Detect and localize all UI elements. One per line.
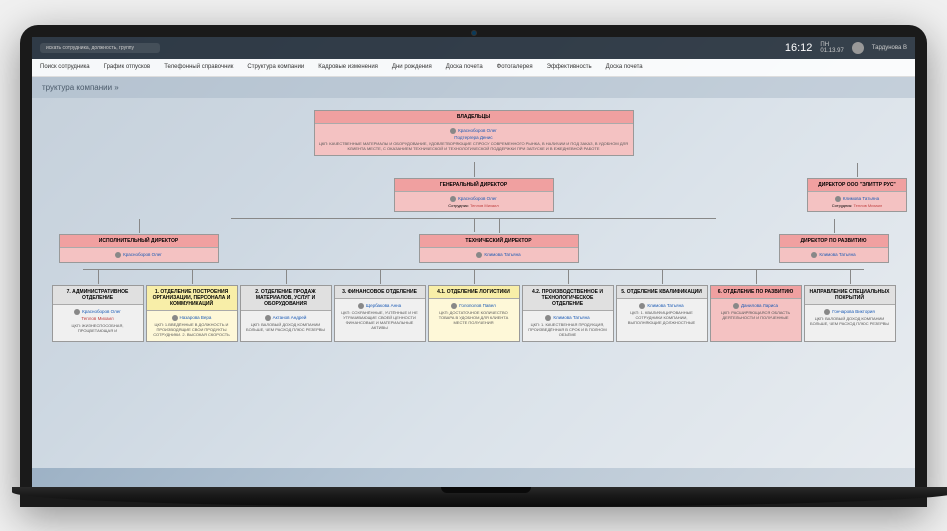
node-title: ДИРЕКТОР ООО "ЭлитТр РУС"	[808, 179, 906, 192]
menu-birthdays[interactable]: Дни рождения	[392, 64, 432, 70]
person-link[interactable]: Красноборов Олег	[399, 196, 549, 202]
menu-honor-board[interactable]: Доска почета	[446, 64, 483, 70]
node-dept-3[interactable]: 3. ФИНАНСОВОЕ ОТДЕЛЕНИЕ Щербакова Анна ЦК…	[334, 285, 426, 341]
person-link[interactable]: Данилова Лариса	[715, 303, 797, 309]
menu-phone-directory[interactable]: Телефонный справочник	[164, 64, 233, 70]
node-desc: ЦКП: КАЧЕСТВЕННЫЕ МАТЕРИАЛЫ И ОБОРУДОВАН…	[319, 142, 629, 152]
day-date: ПН01.13.97	[820, 42, 843, 54]
avatar-icon	[358, 303, 364, 309]
menu-company-structure[interactable]: Структура компании	[247, 64, 304, 70]
node-director-rus[interactable]: ДИРЕКТОР ООО "ЭлитТр РУС" Климова Татьян…	[807, 178, 907, 212]
person-link[interactable]: Климова Татьяна	[812, 196, 902, 202]
node-dept-4-1[interactable]: 4.1. ОТДЕЛЕНИЕ ЛОГИСТИКИ Голополов Павел…	[428, 285, 520, 341]
person-link[interactable]: Красноборов Олег	[57, 309, 139, 315]
node-desc: ЦКП: ВАЛОВЫЙ ДОХОД КОМПАНИИ БОЛЬШЕ, ЧЕМ …	[809, 317, 891, 327]
staff-link[interactable]: Теплов Михаил	[470, 203, 499, 208]
avatar-icon	[639, 303, 645, 309]
node-title: 2. ОТДЕЛЕНИЕ ПРОДАЖ МАТЕРИАЛОВ, УСЛУГ И …	[241, 286, 331, 311]
node-dept-coatings[interactable]: НАПРАВЛЕНИЕ СПЕЦИАЛЬНЫХ ПОКРЫТИЙ Гончаро…	[804, 285, 896, 341]
menu-hr-changes[interactable]: Кадровые изменения	[318, 64, 378, 70]
node-title: 7. АДМИНИСТРАТИВНОЕ ОТДЕЛЕНИЕ	[53, 286, 143, 305]
menu-gallery[interactable]: Фотогалерея	[497, 64, 533, 70]
person-link[interactable]: Красноборов Олег	[319, 128, 629, 134]
node-title: 4.2. ПРОИЗВОДСТВЕННОЕ И ТЕХНОЛОГИЧЕСКОЕ …	[523, 286, 613, 311]
staff-link[interactable]: Теплов Михаил	[57, 316, 139, 322]
node-title: ВЛАДЕЛЬЦЫ	[315, 111, 633, 124]
node-dept-1[interactable]: 1. ОТДЕЛЕНИЕ ПОСТРОЕНИЯ ОРГАНИЗАЦИИ, ПЕР…	[146, 285, 238, 341]
user-name[interactable]: Тардунова В	[872, 45, 907, 51]
node-dept-6[interactable]: 6. ОТДЕЛЕНИЕ ПО РАЗВИТИЮ Данилова Лариса…	[710, 285, 802, 341]
laptop-frame: искать сотрудника, должность, группу 16:…	[20, 25, 927, 507]
avatar-icon	[265, 315, 271, 321]
avatar-icon	[74, 309, 80, 315]
node-desc: ЦКП: ВАЛОВЫЙ ДОХОД КОМПАНИИ БОЛЬШЕ, ЧЕМ …	[245, 323, 327, 333]
avatar-icon	[115, 252, 121, 258]
avatar[interactable]	[852, 42, 864, 54]
node-title: 4.1. ОТДЕЛЕНИЕ ЛОГИСТИКИ	[429, 286, 519, 299]
screen: искать сотрудника, должность, группу 16:…	[32, 37, 915, 487]
node-desc: ЦКП: СОХРАНЁННЫЕ, УЧТЁННЫЕ И НЕ УТРАЧИВА…	[339, 311, 421, 330]
node-dept-4-2[interactable]: 4.2. ПРОИЗВОДСТВЕННОЕ И ТЕХНОЛОГИЧЕСКОЕ …	[522, 285, 614, 341]
camera-dot	[471, 30, 477, 36]
avatar-icon	[824, 309, 830, 315]
node-title: 1. ОТДЕЛЕНИЕ ПОСТРОЕНИЯ ОРГАНИЗАЦИИ, ПЕР…	[147, 286, 237, 311]
search-input[interactable]: искать сотрудника, должность, группу	[40, 43, 160, 53]
avatar-icon	[835, 196, 841, 202]
person-link[interactable]: Климова Татьяна	[621, 303, 703, 309]
node-title: 5. ОТДЕЛЕНИЕ КВАЛИФИКАЦИИ	[617, 286, 707, 299]
node-desc: ЦКП: ЖИЗНЕСПОСОБНАЯ, ПРОЦВЕТАЮЩАЯ И	[57, 324, 139, 334]
node-title: ДИРЕКТОР ПО РАЗВИТИЮ	[780, 235, 888, 248]
menu-employee-search[interactable]: Поиск сотрудника	[40, 64, 90, 70]
person-link[interactable]: Климова Татьяна	[784, 252, 884, 258]
avatar-icon	[811, 252, 817, 258]
node-dev-director[interactable]: ДИРЕКТОР ПО РАЗВИТИЮ Климова Татьяна	[779, 234, 889, 263]
person-link[interactable]: Щербакова Анна	[339, 303, 421, 309]
person-link[interactable]: Климова Татьяна	[527, 315, 609, 321]
node-ceo[interactable]: ГЕНЕРАЛЬНЫЙ ДИРЕКТОР Красноборов Олег Со…	[394, 178, 554, 212]
org-chart[interactable]: ВЛАДЕЛЬЦЫ Красноборов Олег Подтергера Де…	[32, 98, 915, 468]
menu-vacation-schedule[interactable]: График отпусков	[104, 64, 151, 70]
menu-honor-board-2[interactable]: Доска почета	[606, 64, 643, 70]
staff-link[interactable]: Теплов Михаил	[853, 203, 882, 208]
node-exec-director[interactable]: ИСПОЛНИТЕЛЬНЫЙ ДИРЕКТОР Красноборов Олег	[59, 234, 219, 263]
person-link[interactable]: Актанов Андрей	[245, 315, 327, 321]
clock: 16:12	[785, 42, 813, 54]
node-title: ГЕНЕРАЛЬНЫЙ ДИРЕКТОР	[395, 179, 553, 192]
node-desc: ЦКП: 1. КАЧЕСТВЕННАЯ ПРОДУКЦИЯ, ПРОИЗВЕД…	[527, 323, 609, 337]
node-title: ТЕХНИЧЕСКИЙ ДИРЕКТОР	[420, 235, 578, 248]
node-desc: ЦКП: 1.ВВЕДЁННЫЕ В ДОЛЖНОСТЬ И ПРОИЗВОДЯ…	[151, 323, 233, 337]
person-link[interactable]: Назарова Вера	[151, 315, 233, 321]
node-desc: ЦКП: ДОСТАТОЧНОЕ КОЛИЧЕСТВО ТОВАРА В УДО…	[433, 311, 515, 325]
avatar-icon	[450, 128, 456, 134]
node-tech-director[interactable]: ТЕХНИЧЕСКИЙ ДИРЕКТОР Климова Татьяна	[419, 234, 579, 263]
node-desc: ЦКП: РАСШИРЯЮЩАЯСЯ ОБЛАСТЬ ДЕЯТЕЛЬНОСТИ …	[715, 311, 797, 321]
person-link[interactable]: Гончарова Виктория	[809, 309, 891, 315]
node-dept-2[interactable]: 2. ОТДЕЛЕНИЕ ПРОДАЖ МАТЕРИАЛОВ, УСЛУГ И …	[240, 285, 332, 341]
laptop-notch	[441, 487, 531, 493]
person-link[interactable]: Красноборов Олег	[64, 252, 214, 258]
menubar: Поиск сотрудника График отпусков Телефон…	[32, 59, 915, 77]
topbar: искать сотрудника, должность, группу 16:…	[32, 37, 915, 59]
menu-efficiency[interactable]: Эффективность	[547, 64, 592, 70]
laptop-base	[12, 487, 947, 507]
avatar-icon	[733, 303, 739, 309]
person-link[interactable]: Климова Татьяна	[424, 252, 574, 258]
node-title: НАПРАВЛЕНИЕ СПЕЦИАЛЬНЫХ ПОКРЫТИЙ	[805, 286, 895, 305]
node-title: 6. ОТДЕЛЕНИЕ ПО РАЗВИТИЮ	[711, 286, 801, 299]
avatar-icon	[450, 196, 456, 202]
avatar-icon	[545, 315, 551, 321]
node-dept-5[interactable]: 5. ОТДЕЛЕНИЕ КВАЛИФИКАЦИИ Климова Татьян…	[616, 285, 708, 341]
avatar-icon	[172, 315, 178, 321]
person-link[interactable]: Подтергера Денис	[319, 135, 629, 141]
node-dept-7[interactable]: 7. АДМИНИСТРАТИВНОЕ ОТДЕЛЕНИЕ Красноборо…	[52, 285, 144, 341]
person-link[interactable]: Голополов Павел	[433, 303, 515, 309]
node-title: 3. ФИНАНСОВОЕ ОТДЕЛЕНИЕ	[335, 286, 425, 299]
node-desc: ЦКП: 1. КВАЛИФИЦИРОВАННЫЕ СОТРУДНИКИ КОМ…	[621, 311, 703, 325]
avatar-icon	[451, 303, 457, 309]
node-title: ИСПОЛНИТЕЛЬНЫЙ ДИРЕКТОР	[60, 235, 218, 248]
avatar-icon	[476, 252, 482, 258]
page-title: труктура компании »	[32, 77, 915, 98]
node-owners[interactable]: ВЛАДЕЛЬЦЫ Красноборов Олег Подтергера Де…	[314, 110, 634, 156]
